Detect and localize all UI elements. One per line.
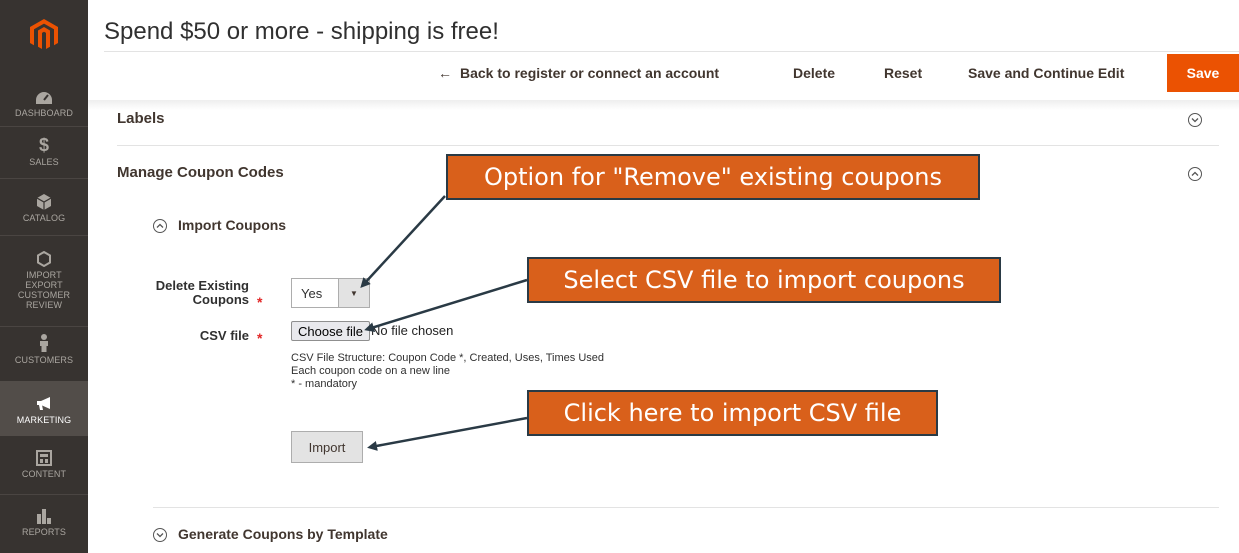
callout-import: Click here to import CSV file bbox=[527, 390, 938, 436]
sidebar-item-label: CUSTOMERS bbox=[14, 355, 74, 365]
layout-icon bbox=[36, 446, 52, 466]
import-button[interactable]: Import bbox=[291, 431, 363, 463]
sidebar-item-marketing[interactable]: MARKETING bbox=[0, 381, 88, 436]
chevron-down-icon[interactable] bbox=[153, 528, 167, 542]
save-and-continue-button[interactable]: Save and Continue Edit bbox=[968, 54, 1124, 92]
choose-file-button[interactable]: Choose file bbox=[291, 321, 371, 341]
megaphone-icon bbox=[35, 392, 53, 412]
delete-existing-label-line2: Coupons bbox=[192, 292, 249, 307]
mandatory-note: * - mandatory bbox=[291, 378, 358, 390]
sidebar-item-label: MARKETING bbox=[16, 415, 72, 425]
callout-remove-coupons: Option for "Remove" existing coupons bbox=[446, 154, 980, 200]
sidebar-divider bbox=[0, 178, 88, 179]
reset-button[interactable]: Reset bbox=[884, 54, 922, 92]
person-icon bbox=[39, 332, 49, 352]
arrow-to-choose-file bbox=[364, 278, 528, 333]
magento-logo-icon bbox=[30, 19, 58, 49]
csv-structure-note: CSV File Structure: Coupon Code *, Creat… bbox=[291, 352, 605, 364]
no-file-chosen-text: No file chosen bbox=[371, 323, 454, 338]
sidebar-item-customers[interactable]: CUSTOMERS bbox=[0, 332, 88, 372]
csv-newline-note: Each coupon code on a new line bbox=[291, 365, 451, 377]
delete-existing-label: Delete Existing Coupons bbox=[130, 279, 249, 307]
sidebar-item-label: SALES bbox=[29, 157, 59, 167]
sidebar-divider bbox=[0, 235, 88, 236]
sidebar-item-reports[interactable]: REPORTS bbox=[0, 504, 88, 544]
callout-select-csv: Select CSV file to import coupons bbox=[527, 257, 1001, 303]
sidebar-item-label: REPORTS bbox=[21, 527, 67, 537]
bar-chart-icon bbox=[36, 504, 52, 524]
sidebar-divider bbox=[0, 494, 88, 495]
arrow-to-import bbox=[367, 416, 528, 451]
sidebar-item-label: IMPORT EXPORT CUSTOMER REVIEW bbox=[17, 270, 71, 310]
hexagon-icon bbox=[37, 247, 51, 267]
delete-existing-select[interactable]: Yes ▼ bbox=[291, 278, 370, 308]
dollar-icon: $ bbox=[38, 135, 49, 155]
box-icon bbox=[37, 190, 51, 210]
section-divider bbox=[117, 145, 1219, 146]
delete-button[interactable]: Delete bbox=[793, 54, 835, 92]
sidebar-item-sales[interactable]: $ SALES bbox=[0, 134, 88, 170]
sidebar-item-label: CONTENT bbox=[21, 469, 67, 479]
save-button[interactable]: Save bbox=[1167, 54, 1239, 92]
sidebar-item-catalog[interactable]: CATALOG bbox=[0, 190, 88, 226]
page-actions: ← Back to register or connect an account… bbox=[0, 54, 1239, 92]
delete-existing-value: Yes bbox=[301, 285, 323, 301]
sidebar-divider bbox=[0, 326, 88, 327]
section-divider bbox=[153, 507, 1219, 508]
generate-coupons-title[interactable]: Generate Coupons by Template bbox=[178, 526, 388, 542]
section-manage-coupons-title[interactable]: Manage Coupon Codes bbox=[117, 164, 284, 181]
back-arrow-icon: ← bbox=[438, 65, 452, 81]
sidebar-item-label: CATALOG bbox=[22, 213, 66, 223]
sidebar-item-content[interactable]: CONTENT bbox=[0, 446, 88, 486]
chevron-down-icon[interactable] bbox=[1188, 113, 1202, 127]
arrow-to-delete-select bbox=[360, 195, 446, 288]
required-marker: * bbox=[257, 330, 263, 346]
dropdown-arrow-icon: ▼ bbox=[338, 279, 369, 307]
sidebar-divider bbox=[0, 126, 88, 127]
sidebar-item-import-export[interactable]: IMPORT EXPORT CUSTOMER REVIEW bbox=[0, 247, 88, 319]
delete-existing-label-line1: Delete Existing bbox=[155, 278, 249, 293]
page-title: Spend $50 or more - shipping is free! bbox=[104, 18, 499, 45]
chevron-up-icon[interactable] bbox=[153, 219, 167, 233]
header-divider bbox=[104, 51, 1239, 52]
chevron-up-icon[interactable] bbox=[1188, 167, 1202, 181]
header-shadow bbox=[88, 100, 1239, 110]
csv-file-label: CSV file bbox=[199, 328, 249, 343]
sidebar-item-label: DASHBOARD bbox=[15, 108, 73, 118]
back-button[interactable]: ← Back to register or connect an account bbox=[438, 54, 719, 92]
required-marker: * bbox=[257, 294, 263, 310]
section-labels-title[interactable]: Labels bbox=[117, 110, 165, 127]
back-button-label: Back to register or connect an account bbox=[460, 65, 720, 81]
import-coupons-title[interactable]: Import Coupons bbox=[178, 217, 286, 233]
